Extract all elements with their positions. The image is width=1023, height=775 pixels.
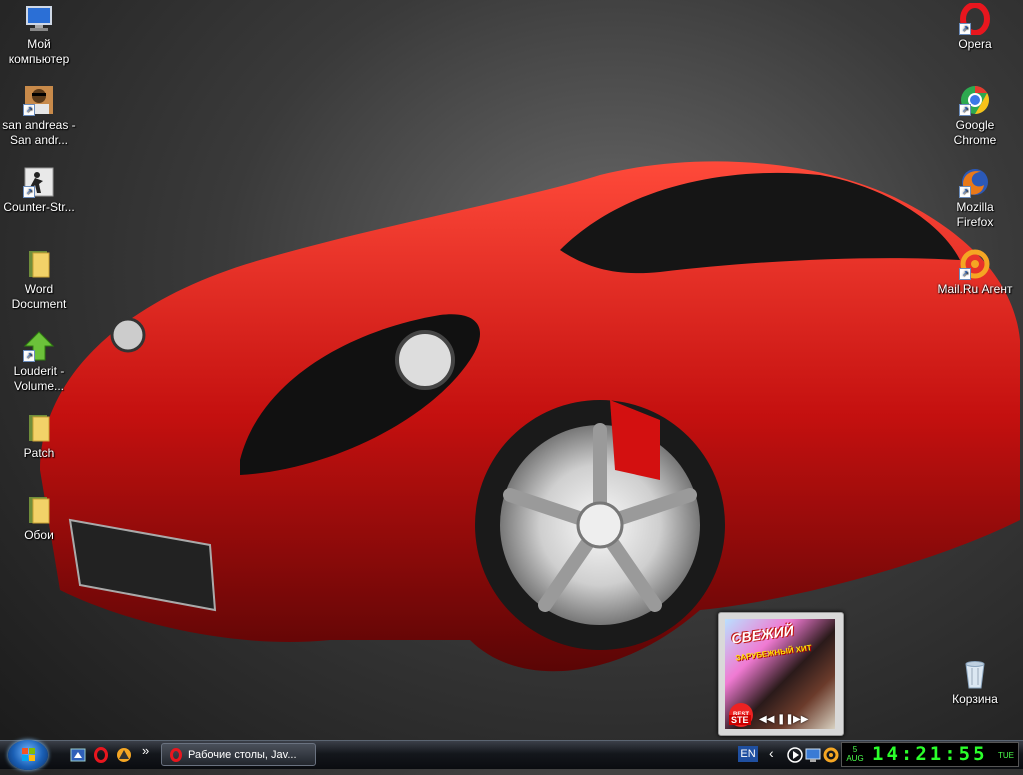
desktop-icon-opera[interactable]: ↗ Opera (937, 2, 1013, 52)
language-indicator[interactable]: EN (738, 746, 758, 762)
desktop-icon-oboi[interactable]: Обои (1, 494, 77, 543)
desktop-icon-mail-ru-agent[interactable]: ↗ Mail.Ru Агент (937, 248, 1013, 297)
desktop-icon-label: Мой компьютер (8, 37, 70, 66)
opera-icon: ↗ (959, 2, 991, 36)
desktop-icon-label: Mozilla Firefox (956, 200, 994, 229)
opera-icon (169, 748, 183, 765)
next-icon[interactable]: ▶▶ (793, 713, 808, 727)
folder-icon (23, 412, 55, 444)
aimp-icon[interactable] (116, 747, 132, 763)
desktop-icon-label: Louderit - Volume... (13, 364, 65, 393)
desktop-icon-label: Opera (958, 37, 992, 51)
desktop-icon-label: Counter-Str... (3, 200, 75, 214)
desktop-icon-label: san andreas - San andr... (2, 118, 76, 147)
recycle-bin-icon (959, 658, 991, 690)
taskbar: » Рабочие столы, Jav... EN ‹ 5 AUG 14:21… (0, 740, 1023, 770)
desktop-icon-label: Корзина (952, 692, 998, 706)
prev-icon[interactable]: ◀◀ (759, 713, 774, 727)
desktop-icon-counter-strike[interactable]: ↗ Counter-Str... (1, 166, 77, 215)
shortcut-arrow-icon: ↗ (959, 104, 971, 116)
desktop-icon-label: Обои (24, 528, 54, 542)
desktop-icon-chrome[interactable]: ↗ Google Chrome (937, 84, 1013, 148)
start-button[interactable] (8, 740, 48, 770)
windows-logo-icon (22, 748, 35, 761)
desktop-icon-label: Google Chrome (953, 118, 997, 147)
folder-icon (23, 494, 55, 526)
clock-day: 5 (852, 745, 858, 754)
cover-label: STE (729, 715, 751, 725)
wallpaper (40, 161, 1020, 672)
shortcut-arrow-icon: ↗ (959, 186, 971, 198)
taskbar-button-label: Рабочие столы, Jav... (188, 749, 297, 761)
desktop-icon-label: Patch (23, 446, 55, 460)
desktop-icon-firefox[interactable]: ↗ Mozilla Firefox (937, 166, 1013, 230)
mail-ru-agent-icon: ↗ (959, 248, 991, 280)
desktop-icon-louderit[interactable]: ↗ Louderit - Volume... (1, 330, 77, 394)
folder-icon (23, 248, 55, 280)
chevron-left-icon[interactable]: ‹ (769, 745, 785, 761)
desktop-icon-label: Mail.Ru Агент (937, 282, 1013, 296)
quicklaunch-overflow-button[interactable]: » (142, 743, 158, 759)
opera-icon[interactable] (93, 747, 109, 763)
desktop-icon-label: Word Document (11, 282, 67, 311)
music-player-widget[interactable]: СВЕЖИЙ ЗАРУБЕЖНЫЙ ХИТ BEST STE ◀◀ ❚❚ ▶▶ (718, 612, 844, 736)
clock-month: AUG (846, 754, 864, 763)
media-icon[interactable] (70, 747, 86, 763)
play-icon[interactable] (787, 747, 803, 763)
firefox-icon: ↗ (959, 166, 991, 198)
desktop-icon-recycle-bin[interactable]: Корзина (937, 658, 1013, 707)
shortcut-arrow-icon: ↗ (23, 350, 35, 362)
clock-time: 14:21:55 (872, 743, 988, 765)
clock-date: 5 AUG (846, 745, 864, 763)
shortcut-arrow-icon: ↗ (959, 23, 971, 35)
louderit-icon: ↗ (23, 330, 55, 362)
shortcut-arrow-icon: ↗ (959, 268, 971, 280)
counter-strike-icon: ↗ (23, 166, 55, 198)
shortcut-arrow-icon: ↗ (23, 186, 35, 198)
chrome-icon: ↗ (959, 84, 991, 116)
desktop-icon-patch[interactable]: Patch (1, 412, 77, 461)
pause-icon[interactable]: ❚❚ (777, 713, 794, 727)
network-icon[interactable] (805, 747, 821, 763)
mail-ru-agent-icon[interactable] (823, 747, 839, 763)
gta-san-andreas-icon: ↗ (23, 84, 55, 116)
desktop-icon-san-andreas[interactable]: ↗ san andreas - San andr... (1, 84, 77, 148)
computer-icon (23, 3, 55, 35)
desktop-icon-my-computer[interactable]: Мой компьютер (1, 3, 77, 67)
clock-weekday: TUE (998, 751, 1014, 760)
taskbar-button-opera[interactable]: Рабочие столы, Jav... (161, 743, 316, 766)
album-cover: СВЕЖИЙ ЗАРУБЕЖНЫЙ ХИТ BEST STE ◀◀ ❚❚ ▶▶ (725, 619, 835, 729)
clock[interactable]: 5 AUG 14:21:55 TUE (841, 742, 1019, 767)
desktop-icon-word-document[interactable]: Word Document (1, 248, 77, 312)
shortcut-arrow-icon: ↗ (23, 104, 35, 116)
